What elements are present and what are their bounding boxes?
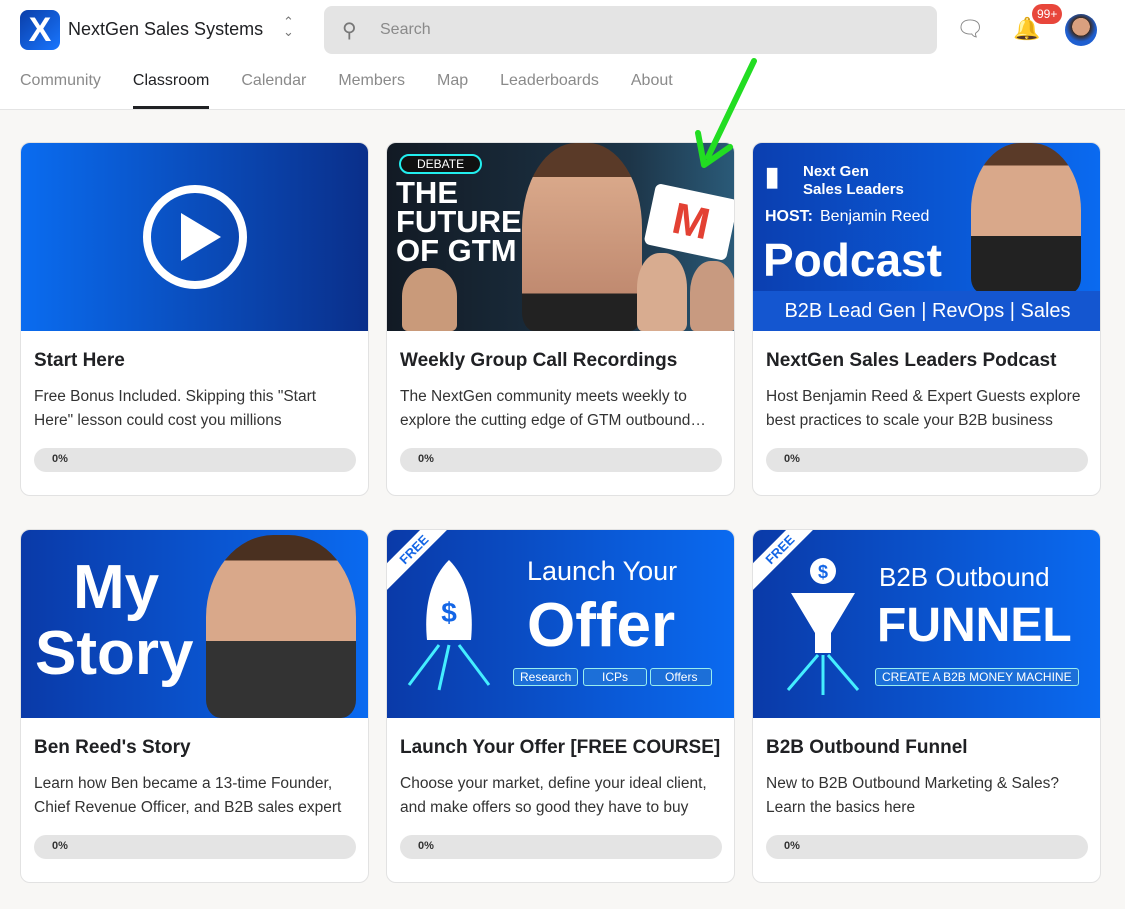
course-thumbnail xyxy=(21,143,368,331)
annotation-arrow-icon xyxy=(695,58,757,168)
course-thumbnail: ▮ Next Gen Sales Leaders HOST: Benjamin … xyxy=(753,143,1100,331)
community-logo[interactable]: X xyxy=(20,10,60,50)
guest-photo xyxy=(637,253,687,331)
progress-label: 0% xyxy=(52,453,68,465)
course-description: Host Benjamin Reed & Expert Guests explo… xyxy=(766,388,1081,429)
thumb-headline: Offer xyxy=(527,591,676,660)
thumb-topics: B2B Lead Gen | RevOps | Sales xyxy=(753,291,1100,331)
thumb-line: Launch Your xyxy=(527,556,678,586)
course-thumbnail: FREE $ B2B Outbound FUNNEL CREATE A B2B … xyxy=(753,530,1100,718)
play-icon xyxy=(143,185,247,289)
progress-bar: 0% xyxy=(766,835,1088,859)
course-title: Weekly Group Call Recordings xyxy=(400,350,678,371)
thumb-headline: FUNNEL xyxy=(877,599,1072,652)
thumb-brand: Sales Leaders xyxy=(803,181,904,198)
progress-label: 0% xyxy=(418,840,434,852)
guest-photo xyxy=(690,261,734,331)
rocket-icon: $ xyxy=(407,560,491,691)
thumb-tag: DEBATE xyxy=(399,154,483,174)
thumb-line: My xyxy=(73,553,160,622)
thumb-brand: Next Gen xyxy=(803,163,869,180)
thumb-headline: Podcast xyxy=(763,234,942,286)
tab-leaderboards[interactable]: Leaderboards xyxy=(500,72,599,109)
tab-members[interactable]: Members xyxy=(338,72,405,109)
thumb-line: B2B Outbound xyxy=(879,562,1050,592)
course-thumbnail: My Story xyxy=(21,530,368,718)
tab-about[interactable]: About xyxy=(631,72,673,109)
course-description: The NextGen community meets weekly to ex… xyxy=(400,388,706,429)
course-title: B2B Outbound Funnel xyxy=(766,737,968,758)
nav-tabs: Community Classroom Calendar Members Map… xyxy=(20,72,705,109)
course-description: Free Bonus Included. Skipping this "Star… xyxy=(34,388,317,429)
course-description: Choose your market, define your ideal cl… xyxy=(400,775,707,816)
svg-text:$: $ xyxy=(818,562,828,582)
thumb-host: Benjamin Reed xyxy=(820,208,930,225)
chat-icon[interactable]: 🗨 xyxy=(956,16,984,42)
funnel-icon: $ xyxy=(786,558,860,695)
tab-map[interactable]: Map xyxy=(437,72,468,109)
course-title: Start Here xyxy=(34,350,125,371)
progress-label: 0% xyxy=(784,840,800,852)
tab-community[interactable]: Community xyxy=(20,72,101,109)
top-header: X NextGen Sales Systems ⌃ ⌄ ⚲ Search 🗨 🔔 … xyxy=(0,0,1125,110)
course-card[interactable]: Start Here Free Bonus Included. Skipping… xyxy=(20,142,369,496)
course-thumbnail: DEBATE THE FUTURE OF GTM M xyxy=(387,143,734,331)
thumb-line: Story xyxy=(35,619,194,688)
course-card[interactable]: My Story Ben Reed's Story Learn how Ben … xyxy=(20,529,369,883)
search-input[interactable]: ⚲ Search xyxy=(324,6,937,54)
search-icon: ⚲ xyxy=(342,20,357,42)
tab-classroom[interactable]: Classroom xyxy=(132,72,210,109)
course-card[interactable]: ▮ Next Gen Sales Leaders HOST: Benjamin … xyxy=(752,142,1101,496)
search-placeholder: Search xyxy=(380,21,431,38)
course-title: Ben Reed's Story xyxy=(34,737,191,758)
progress-bar: 0% xyxy=(766,448,1088,472)
progress-bar: 0% xyxy=(34,835,356,859)
notification-badge: 99+ xyxy=(1032,4,1063,24)
community-name[interactable]: NextGen Sales Systems xyxy=(68,19,263,40)
svg-text:$: $ xyxy=(441,597,457,628)
host-photo xyxy=(971,143,1081,293)
progress-bar: 0% xyxy=(400,835,722,859)
course-description: New to B2B Outbound Marketing & Sales? L… xyxy=(766,775,1059,816)
host-photo xyxy=(522,143,642,331)
thumb-host-label: HOST: xyxy=(765,208,813,225)
course-description: Learn how Ben became a 13-time Founder, … xyxy=(34,775,342,816)
guest-photo xyxy=(402,268,457,331)
course-card[interactable]: FREE $ B2B Outbound FUNNEL CREATE A B2B … xyxy=(752,529,1101,883)
tab-calendar[interactable]: Calendar xyxy=(241,72,306,109)
thumb-pill: Research xyxy=(513,668,579,686)
host-photo xyxy=(206,535,356,718)
thumb-pill: CREATE A B2B MONEY MACHINE xyxy=(875,668,1079,686)
progress-label: 0% xyxy=(52,840,68,852)
course-thumbnail: FREE $ Launch Your Offer Research ICPs O… xyxy=(387,530,734,718)
thumb-pill: ICPs xyxy=(583,668,648,686)
gmail-icon: M xyxy=(643,182,734,262)
progress-bar: 0% xyxy=(400,448,722,472)
thumb-line: OF GTM xyxy=(396,233,517,268)
thumb-pill: Offers xyxy=(650,668,713,686)
progress-label: 0% xyxy=(418,453,434,465)
course-title: Launch Your Offer [FREE COURSE] xyxy=(400,737,721,758)
community-switcher-chevron-icon[interactable]: ⌃ ⌄ xyxy=(283,15,294,38)
progress-label: 0% xyxy=(784,453,800,465)
course-title: NextGen Sales Leaders Podcast xyxy=(766,350,1057,371)
user-avatar[interactable] xyxy=(1065,14,1097,46)
progress-bar: 0% xyxy=(34,448,356,472)
course-card[interactable]: DEBATE THE FUTURE OF GTM M Weekly Group … xyxy=(386,142,735,496)
course-card[interactable]: FREE $ Launch Your Offer Research ICPs O… xyxy=(386,529,735,883)
